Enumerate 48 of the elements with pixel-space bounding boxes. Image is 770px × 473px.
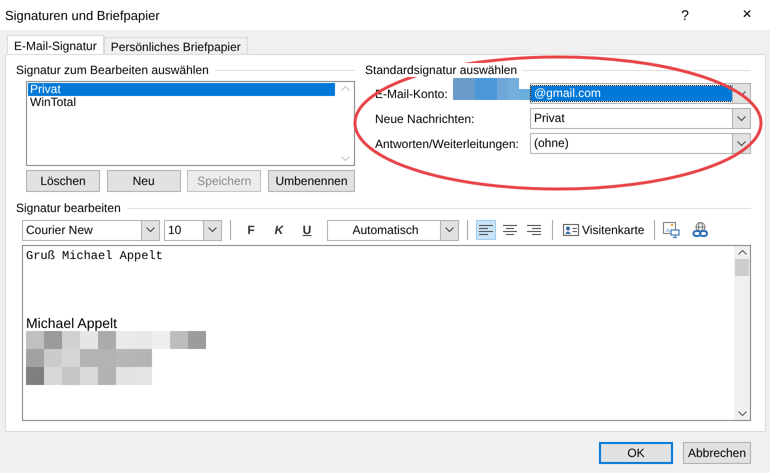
scroll-thumb[interactable]: [735, 259, 749, 276]
align-right-icon: [527, 225, 541, 235]
business-card-button[interactable]: Visitenkarte: [561, 220, 646, 240]
group-title: Signatur bearbeiten: [16, 201, 121, 215]
help-button[interactable]: ?: [662, 0, 708, 30]
contact-card-icon: [563, 224, 579, 236]
dropdown-value: Automatisch: [351, 222, 420, 238]
dialog-button[interactable]: Abbrechen: [683, 442, 751, 464]
dropdown-value: Privat: [533, 111, 566, 126]
hyperlink-icon[interactable]: [692, 222, 710, 238]
tab[interactable]: Persönliches Briefpapier: [104, 37, 248, 54]
format-button[interactable]: U: [295, 220, 319, 240]
color-dropdown[interactable]: Automatisch: [327, 220, 459, 240]
insert-picture-icon[interactable]: [663, 222, 680, 238]
tab[interactable]: E-Mail-Signatur: [7, 35, 104, 55]
field-label: Neue Nachrichten:: [375, 112, 476, 126]
field-label: Antworten/Weiterleitungen:: [375, 136, 520, 150]
action-button[interactable]: Umbenennen: [268, 170, 355, 192]
dropdown-value: @gmail.com: [531, 86, 732, 101]
size-dropdown[interactable]: 10: [164, 220, 222, 240]
font-dropdown[interactable]: Courier New: [22, 220, 160, 240]
group-title: Standardsignatur auswählen: [365, 63, 518, 77]
account-dropdown[interactable]: Privat: [530, 108, 751, 129]
list-item[interactable]: Privat: [28, 83, 335, 96]
dialog-button[interactable]: OK: [599, 442, 673, 464]
align-left-icon: [479, 225, 493, 235]
window-title: Signaturen und Briefpapier: [5, 8, 161, 22]
action-button[interactable]: Neu: [106, 170, 181, 192]
close-button[interactable]: ×: [724, 0, 770, 30]
align-button[interactable]: [476, 220, 496, 240]
signature-editor[interactable]: Gruß Michael Appelt Michael Appelt: [22, 245, 751, 421]
group-title: Signatur zum Bearbeiten auswählen: [16, 63, 209, 77]
signature-list[interactable]: Privat WinTotal: [26, 81, 355, 166]
dropdown-value: 10: [167, 222, 182, 238]
format-button[interactable]: K: [267, 220, 291, 240]
account-dropdown[interactable]: (ohne): [530, 133, 751, 154]
account-dropdown[interactable]: @gmail.com: [530, 83, 751, 104]
list-item[interactable]: WinTotal: [28, 96, 335, 109]
dropdown-value: (ohne): [533, 136, 570, 151]
format-button[interactable]: F: [239, 220, 263, 240]
field-label: E-Mail-Konto:: [375, 86, 449, 100]
scroll-down-icon[interactable]: [738, 411, 746, 416]
dropdown-value: Courier New: [25, 222, 94, 238]
signature-text: Gruß Michael Appelt: [26, 249, 164, 263]
signature-text: Michael Appelt: [26, 315, 118, 331]
scroll-up-icon[interactable]: [738, 250, 746, 255]
action-button[interactable]: Löschen: [26, 170, 100, 192]
align-center-icon: [503, 225, 517, 235]
